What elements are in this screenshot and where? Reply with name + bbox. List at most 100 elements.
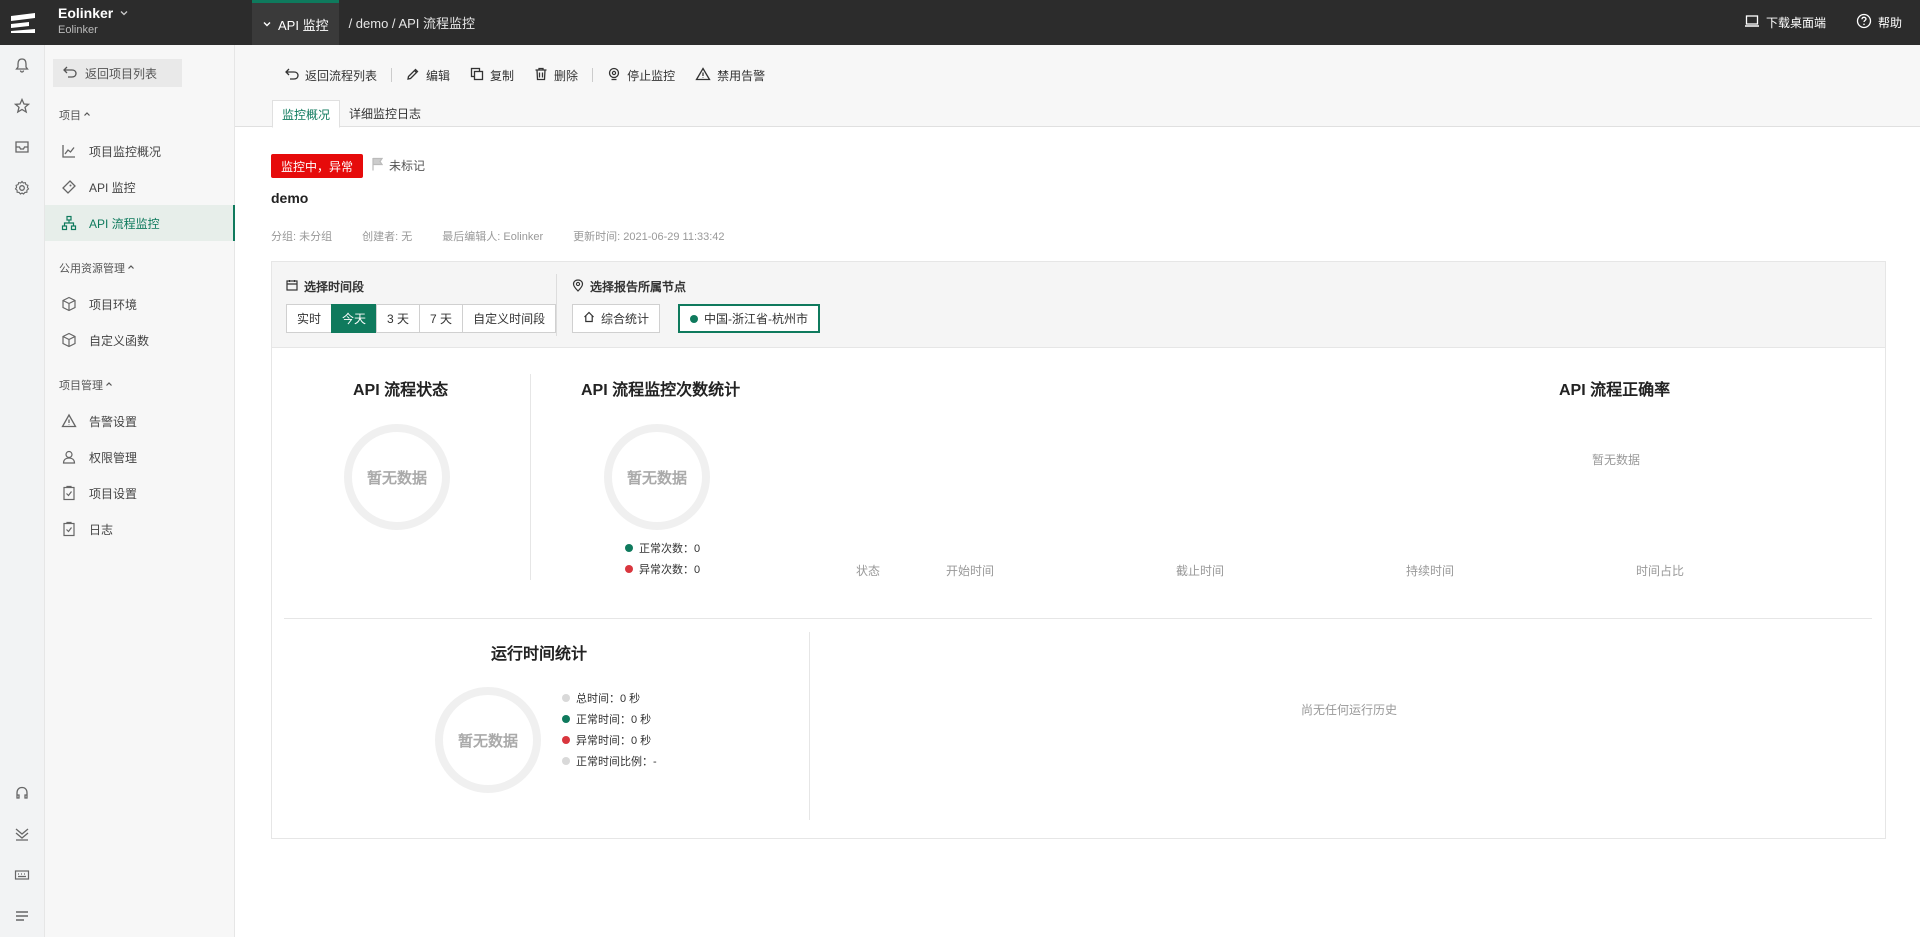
tab-detailed-logs[interactable]: 详细监控日志 — [340, 100, 430, 127]
disable-alert-label: 禁用告警 — [717, 68, 766, 83]
time-option-7-days[interactable]: 7 天 — [419, 304, 464, 333]
sidebar-item-project-settings[interactable]: 项目设置 — [45, 475, 235, 511]
runtime-ring: 暂无数据 — [435, 687, 541, 793]
copy-label: 复制 — [490, 68, 515, 83]
runtime-empty: 暂无数据 — [457, 732, 518, 750]
download-icon[interactable] — [12, 824, 32, 844]
column-status: 状态 — [856, 564, 881, 578]
org-name: Eolinker — [58, 5, 114, 21]
count-stats-empty: 暂无数据 — [626, 469, 687, 487]
cube-icon — [61, 296, 77, 312]
normal-count: 正常次数：0 — [639, 542, 701, 555]
ratio-dot-icon — [562, 756, 570, 765]
time-option-3-days[interactable]: 3 天 — [376, 304, 421, 333]
node-option-hangzhou[interactable]: 中国-浙江省-杭州市 — [678, 304, 821, 333]
sidebar-item-api-flow-monitor[interactable]: API 流程监控 — [45, 205, 235, 241]
sidebar-item-project-env[interactable]: 项目环境 — [45, 286, 235, 322]
monitor-panel: 选择时间段 实时 今天 3 天 7 天 自定义时间段 选择报告所属节点 综合统计… — [271, 261, 1886, 839]
line-chart-icon — [61, 143, 77, 159]
section-divider — [530, 374, 531, 580]
error-count: 异常次数：0 — [639, 563, 701, 576]
sidebar-item-label: 权限管理 — [89, 450, 138, 465]
sidebar-item-logs[interactable]: 日志 — [45, 511, 235, 547]
total-time: 总时间：0 秒 — [576, 692, 641, 705]
help-label: 帮助 — [1877, 16, 1902, 30]
headset-icon[interactable] — [12, 783, 32, 803]
normal-time-ratio: 正常时间比例：- — [576, 755, 657, 768]
sidebar-item-label: 告警设置 — [89, 414, 138, 429]
keyboard-icon[interactable] — [12, 865, 32, 885]
edit-button[interactable]: 编辑 — [396, 67, 460, 84]
node-label: 选择报告所属节点 — [590, 280, 687, 294]
time-range-label: 选择时间段 — [304, 280, 365, 294]
menu-list-icon[interactable] — [12, 906, 32, 926]
eolinker-logo-icon[interactable] — [0, 0, 45, 45]
sidebar-item-alert-settings[interactable]: 告警设置 — [45, 403, 235, 439]
column-time-ratio: 时间占比 — [1636, 564, 1685, 578]
help-link[interactable]: 帮助 — [1856, 13, 1902, 32]
total-dot-icon — [562, 693, 570, 702]
org-switcher[interactable]: Eolinker Eolinker — [58, 5, 129, 36]
warning-triangle-icon — [61, 413, 77, 429]
chevron-down-icon — [119, 5, 129, 21]
sidebar-item-label: 项目环境 — [89, 297, 138, 312]
normal-dot-icon — [562, 714, 570, 723]
gear-icon[interactable] — [12, 178, 32, 198]
meta-last-editor: 最后编辑人: Eolinker — [442, 231, 544, 243]
icon-rail — [0, 0, 45, 937]
location-pin-icon — [572, 278, 584, 295]
flow-title: demo — [271, 190, 309, 206]
download-desktop-link[interactable]: 下载桌面端 — [1744, 14, 1826, 31]
sidebar-item-custom-functions[interactable]: 自定义函数 — [45, 322, 235, 358]
sidebar-group-project-management-label: 项目管理 — [59, 380, 103, 392]
delete-label: 删除 — [554, 68, 579, 83]
detail-toolbar: 返回流程列表 编辑 复制 删除 停止监控 禁用告警 监控概况 详细监控日志 — [235, 45, 1920, 128]
copy-icon — [470, 67, 484, 84]
inbox-icon[interactable] — [12, 137, 32, 157]
sidebar-item-api-monitor[interactable]: API 监控 — [45, 169, 235, 205]
star-icon[interactable] — [12, 96, 32, 116]
status-badge: 监控中，异常 — [271, 154, 364, 178]
column-end-time: 截止时间 — [1176, 564, 1225, 578]
status-dot-icon — [690, 314, 699, 323]
api-status-title: API 流程状态 — [353, 382, 449, 399]
breadcrumb-module-dropdown[interactable]: API 监控 — [252, 0, 339, 45]
runtime-title: 运行时间统计 — [491, 646, 588, 663]
time-option-today[interactable]: 今天 — [331, 304, 378, 333]
back-to-flow-list-button[interactable]: 返回流程列表 — [275, 67, 387, 84]
sidebar-item-project-overview[interactable]: 项目监控概况 — [45, 133, 235, 169]
copy-button[interactable]: 复制 — [460, 67, 524, 84]
breadcrumb-module-label: API 监控 — [278, 17, 329, 33]
back-to-project-list-label: 返回项目列表 — [85, 66, 158, 81]
laptop-icon — [1744, 14, 1760, 31]
tab-monitor-overview[interactable]: 监控概况 — [272, 100, 341, 128]
node-option-label: 综合统计 — [601, 312, 650, 326]
sidebar-group-project[interactable]: 项目 — [59, 107, 91, 123]
mark-flag-toggle[interactable]: 未标记 — [371, 157, 425, 174]
sidebar-item-label: 自定义函数 — [89, 333, 150, 348]
sidebar-item-permissions[interactable]: 权限管理 — [45, 439, 235, 475]
stop-monitoring-button[interactable]: 停止监控 — [597, 67, 685, 84]
api-tag-icon — [61, 179, 77, 195]
sidebar-group-shared-resources[interactable]: 公用资源管理 — [59, 260, 135, 276]
time-option-custom[interactable]: 自定义时间段 — [462, 304, 557, 333]
warning-triangle-icon — [695, 66, 711, 84]
top-bar: Eolinker Eolinker API 监控 / demo / API 流程… — [45, 0, 1920, 45]
time-range-group: 选择时间段 实时 今天 3 天 7 天 自定义时间段 — [286, 278, 557, 333]
meta-creator: 创建者: 无 — [362, 231, 413, 243]
disable-alert-button[interactable]: 禁用告警 — [685, 66, 775, 84]
column-duration: 持续时间 — [1406, 564, 1455, 578]
stop-monitoring-label: 停止监控 — [627, 68, 676, 83]
back-to-project-list-button[interactable]: 返回项目列表 — [53, 59, 182, 87]
normal-dot-icon — [625, 543, 633, 552]
mark-flag-label: 未标记 — [389, 159, 426, 173]
sidebar-group-project-management[interactable]: 项目管理 — [59, 377, 113, 393]
toolbar-divider — [391, 68, 393, 82]
error-time: 异常时间：0 秒 — [576, 734, 652, 747]
node-option-summary[interactable]: 综合统计 — [572, 304, 661, 333]
edit-label: 编辑 — [426, 68, 451, 83]
bell-icon[interactable] — [12, 55, 32, 75]
delete-button[interactable]: 删除 — [524, 67, 588, 84]
breadcrumb-path[interactable]: / demo / API 流程监控 — [349, 13, 475, 32]
time-option-realtime[interactable]: 实时 — [286, 304, 333, 333]
